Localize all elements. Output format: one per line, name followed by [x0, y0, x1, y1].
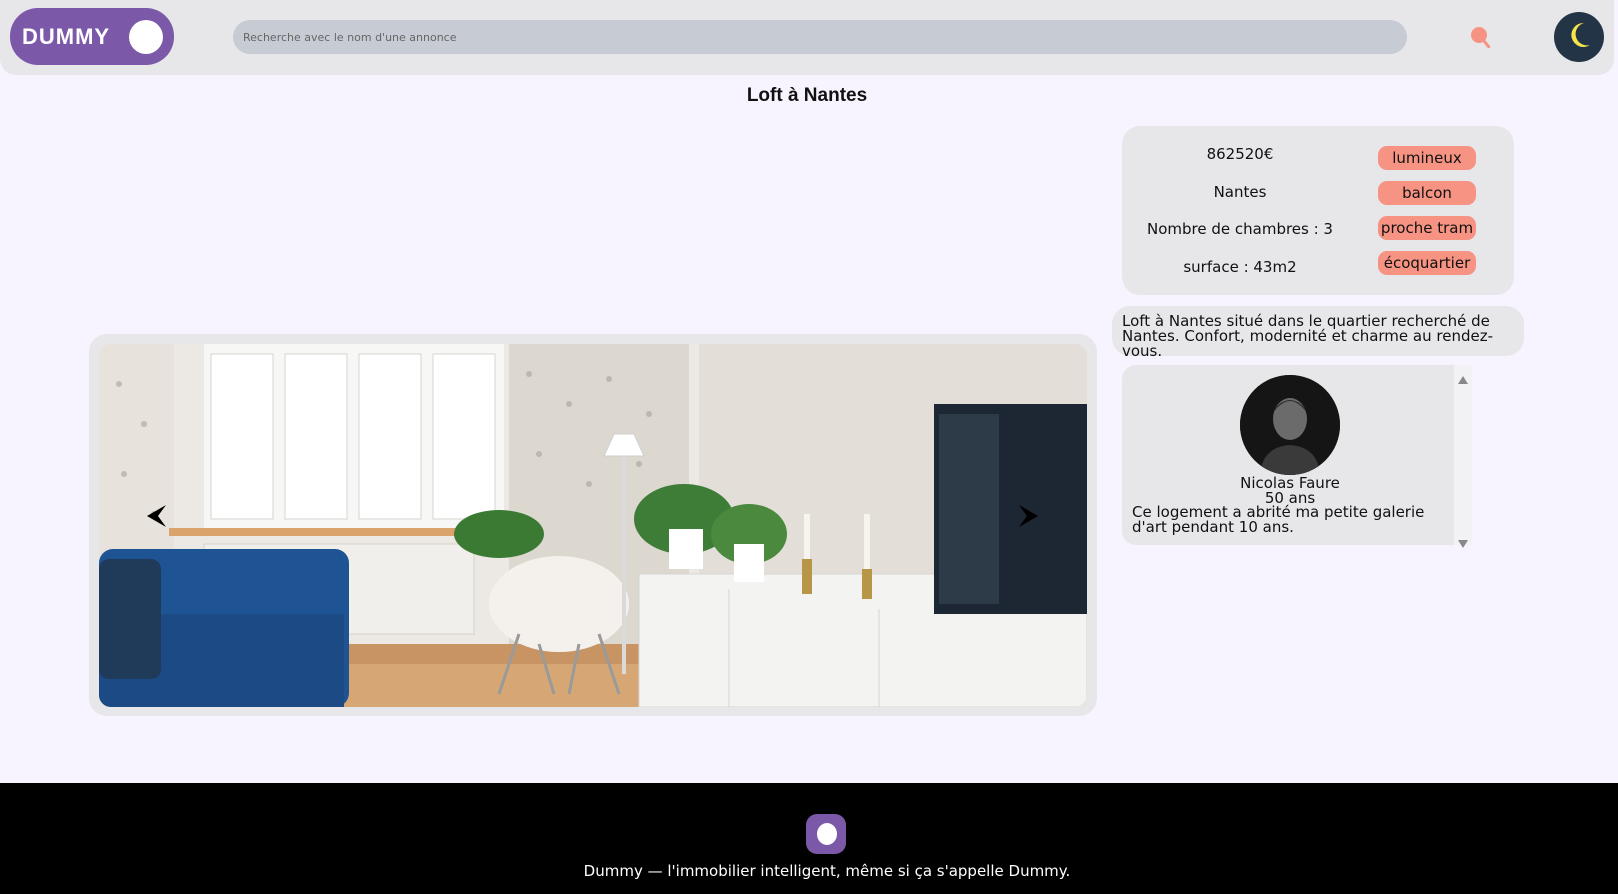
- header: DUMMY: [0, 0, 1614, 75]
- logo-text: DUMMY: [22, 23, 111, 49]
- surface: surface : 43m2: [1183, 258, 1297, 276]
- listing-photo: [99, 344, 1087, 707]
- moon-icon: [1566, 21, 1592, 53]
- tag: proche tram: [1378, 216, 1476, 240]
- city: Nantes: [1213, 183, 1267, 201]
- testimonial-quote: Ce logement a abrité ma petite galerie d…: [1132, 503, 1425, 536]
- scroll-down-icon[interactable]: [1458, 533, 1468, 552]
- avatar: [1240, 375, 1340, 475]
- scrollbar[interactable]: [1454, 365, 1472, 548]
- theme-toggle-button[interactable]: [1554, 12, 1604, 62]
- footer-tagline: Dummy — l'immobilier intelligent, même s…: [583, 862, 1071, 880]
- listing-info-card: 862520€ Nantes Nombre de chambres : 3 su…: [1122, 126, 1514, 295]
- scroll-up-icon[interactable]: [1458, 369, 1468, 388]
- listing-description: Loft à Nantes situé dans le quartier rec…: [1112, 306, 1524, 359]
- footer-logo: [806, 814, 846, 854]
- page-title: Loft à Nantes: [746, 85, 868, 106]
- tag: écoquartier: [1378, 251, 1476, 275]
- search-input[interactable]: [233, 20, 1407, 54]
- bedrooms: Nombre de chambres : 3: [1147, 220, 1333, 238]
- price: 862520€: [1206, 145, 1274, 163]
- tag: lumineux: [1378, 146, 1476, 170]
- footer: Dummy — l'immobilier intelligent, même s…: [0, 783, 1618, 894]
- logo-dot: [129, 20, 163, 54]
- photo-gallery: [89, 334, 1097, 716]
- tag: balcon: [1378, 181, 1476, 205]
- search-icon[interactable]: [1470, 26, 1491, 49]
- chevron-right-icon[interactable]: [1017, 502, 1041, 530]
- testimonial-card: Nicolas Faure 50 ans Ce logement a abrit…: [1122, 365, 1472, 545]
- chevron-left-icon[interactable]: [144, 502, 168, 530]
- logo[interactable]: DUMMY: [10, 8, 174, 65]
